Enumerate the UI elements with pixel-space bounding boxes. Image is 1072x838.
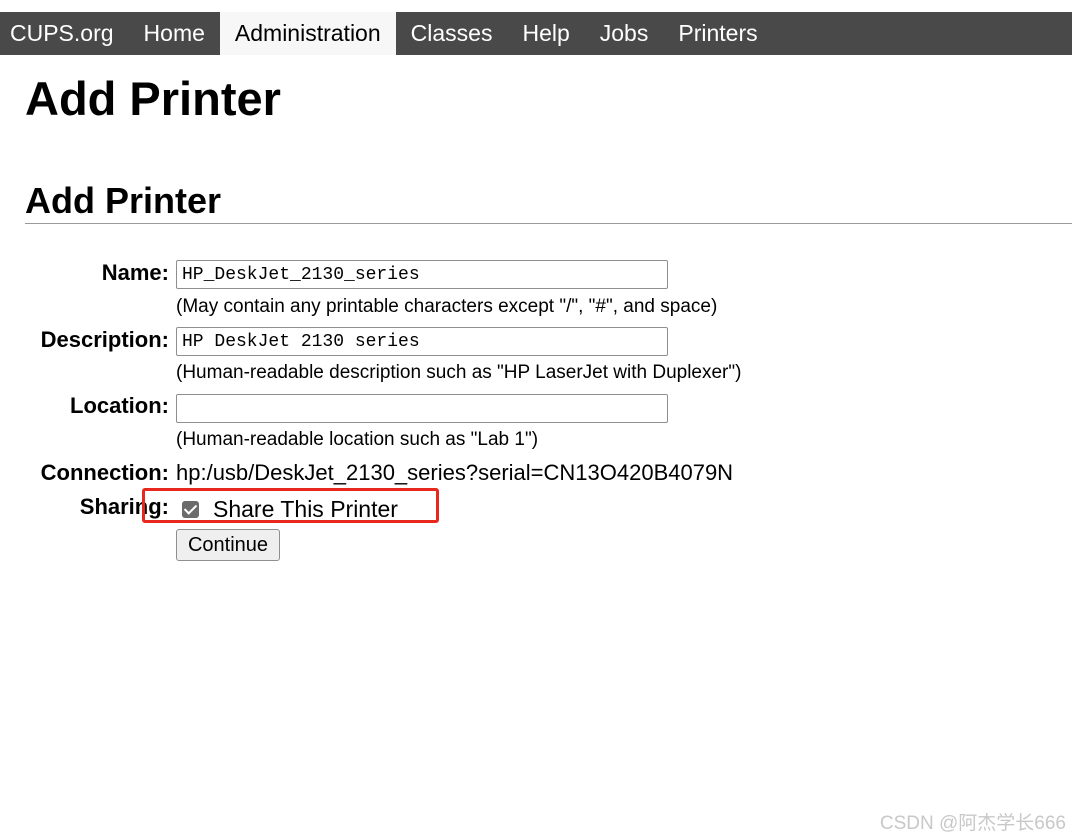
section-title: Add Printer (25, 180, 222, 221)
nav-home[interactable]: Home (129, 12, 220, 55)
sharing-label: Sharing: (79, 494, 169, 519)
name-field[interactable] (176, 260, 668, 289)
location-label: Location: (70, 393, 169, 418)
description-hint: (Human-readable description such as "HP … (176, 362, 742, 383)
page-title: Add Printer (25, 72, 281, 125)
continue-button[interactable]: Continue (176, 529, 280, 561)
nav-classes[interactable]: Classes (396, 12, 508, 55)
share-printer-label[interactable]: Share This Printer (213, 496, 398, 522)
checkmark-icon (183, 500, 198, 515)
nav-administration[interactable]: Administration (219, 12, 396, 55)
watermark: CSDN @阿杰学长666 (879, 813, 1066, 834)
section-divider (25, 223, 1072, 224)
share-printer-checkbox[interactable] (182, 500, 199, 518)
cups-add-printer-page: CUPS.org Home Administration Classes Hel… (0, 0, 1072, 838)
nav-cups-org[interactable]: CUPS.org (0, 12, 129, 55)
connection-label: Connection: (40, 460, 169, 485)
top-nav-bar: CUPS.org Home Administration Classes Hel… (0, 12, 1072, 55)
connection-value: hp:/usb/DeskJet_2130_series?serial=CN13O… (176, 460, 734, 485)
location-hint: (Human-readable location such as "Lab 1"… (176, 429, 539, 450)
nav-printers[interactable]: Printers (663, 12, 772, 55)
nav-help[interactable]: Help (507, 12, 584, 55)
name-hint: (May contain any printable characters ex… (176, 296, 718, 317)
description-field[interactable] (176, 327, 668, 356)
nav-jobs[interactable]: Jobs (585, 12, 664, 55)
name-label: Name: (101, 260, 169, 285)
description-label: Description: (40, 327, 169, 352)
location-field[interactable] (176, 394, 668, 423)
share-printer-row: Share This Printer (176, 496, 398, 522)
